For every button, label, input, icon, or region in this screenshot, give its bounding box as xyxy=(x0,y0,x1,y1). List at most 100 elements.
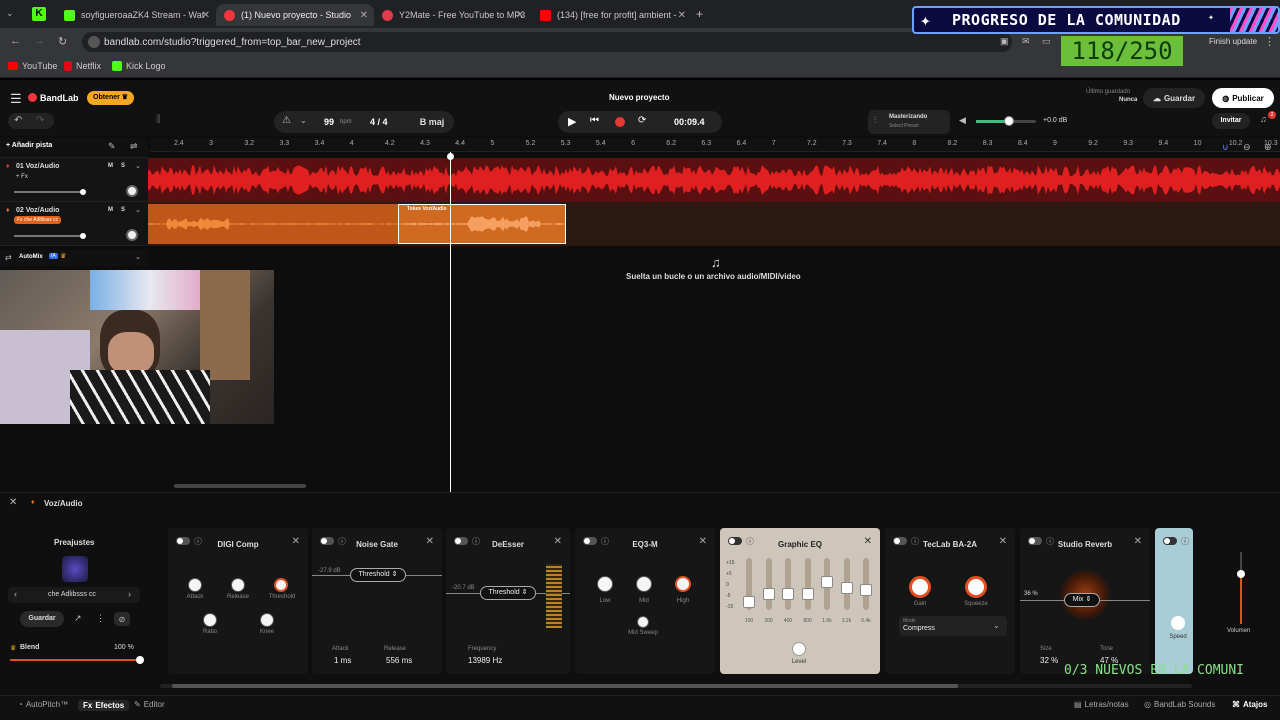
pan-knob[interactable] xyxy=(126,229,138,241)
track-name[interactable]: 02 Voz/Audio xyxy=(16,207,59,214)
add-track-button[interactable]: + Añadir pista xyxy=(6,142,52,149)
eq-band-track[interactable] xyxy=(785,558,791,610)
release-knob[interactable] xyxy=(231,578,245,592)
lyrics-tab[interactable]: ▤ Letras/notas xyxy=(1074,700,1129,709)
bandlab-sounds-tab[interactable]: ◎ BandLab Sounds xyxy=(1144,700,1215,709)
blend-thumb[interactable] xyxy=(136,656,144,664)
remove-effect-icon[interactable]: ✕ xyxy=(699,536,707,547)
blend-slider[interactable] xyxy=(10,656,144,664)
play-icon[interactable]: ▶ xyxy=(568,115,576,128)
speaker-icon[interactable]: ◀ xyxy=(959,115,966,126)
save-button[interactable]: ☁ Guardar xyxy=(1143,88,1205,108)
back-icon[interactable]: ← xyxy=(10,35,21,47)
low-knob[interactable] xyxy=(597,576,613,592)
invite-button[interactable]: Invitar xyxy=(1212,113,1250,129)
slider-thumb[interactable] xyxy=(80,233,86,239)
fx-volume-slider[interactable] xyxy=(1237,552,1245,624)
reload-icon[interactable]: ↻ xyxy=(58,35,67,48)
remove-effect-icon[interactable]: ✕ xyxy=(864,536,872,547)
knee-knob[interactable] xyxy=(260,613,274,627)
audio-clip[interactable] xyxy=(148,204,398,244)
info-icon[interactable]: ⓘ xyxy=(1181,536,1189,547)
chevron-right-icon[interactable]: › xyxy=(128,589,131,599)
eq-band-track[interactable] xyxy=(765,558,772,610)
record-icon[interactable] xyxy=(615,117,625,127)
menu-kebab-icon[interactable]: ⋮ xyxy=(1264,35,1275,48)
threshold-handle[interactable]: Threshold ⇕ xyxy=(350,568,406,582)
track-lane-01[interactable] xyxy=(148,158,1280,202)
remove-effect-icon[interactable]: ✕ xyxy=(426,536,434,547)
deesser-card[interactable]: ⓘ DeEsser ✕ -20.7 dB Threshold ⇕ Frequen… xyxy=(446,528,570,674)
eq-band-thumb[interactable] xyxy=(840,582,853,594)
eq-band-thumb[interactable] xyxy=(762,588,775,600)
playhead[interactable] xyxy=(450,152,451,492)
preset-selector[interactable]: ‹ che Adlibsss cc › xyxy=(8,587,140,603)
new-tab-icon[interactable]: + xyxy=(696,7,703,21)
volume-thumb[interactable] xyxy=(1237,570,1245,578)
solo-button[interactable]: S xyxy=(121,163,125,169)
fx-preset-badge[interactable]: Fx che Adlibsss cc xyxy=(14,216,62,224)
autopitch-tab[interactable]: ◔ AutoPitch™ xyxy=(18,700,68,709)
tab-kick-stream[interactable]: soyfigueroaaZK4 Stream - Wat ✕ xyxy=(56,4,216,26)
remove-effect-icon[interactable]: ✕ xyxy=(292,536,300,547)
zoom-out-icon[interactable]: ⊖ xyxy=(1243,142,1251,153)
redo-icon[interactable]: ↷ xyxy=(36,115,44,126)
eq-band-thumb[interactable] xyxy=(801,588,814,600)
slider-thumb[interactable] xyxy=(80,189,86,195)
tab-y2mate[interactable]: Y2Mate - Free YouTube to MP3 ✕ xyxy=(374,4,530,26)
timeline-ruler[interactable]: 2.4 3 3.2 3.3 3.4 4 4.2 4.3 4.4 5 5.2 5.3 5.4 6 6.2 6.3… xyxy=(150,138,1280,152)
cast-icon[interactable]: ▭ xyxy=(1042,36,1051,47)
attack-value[interactable]: 1 ms xyxy=(334,656,351,665)
eq-band-thumb[interactable] xyxy=(821,576,833,588)
selected-audio-clip[interactable]: Tokes Voz/Audio xyxy=(398,204,566,244)
mute-button[interactable]: M xyxy=(108,207,113,213)
noise-gate-card[interactable]: ⓘ Noise Gate ✕ -27.9 dB Threshold ⇕ Atta… xyxy=(312,528,442,674)
add-fx-button[interactable]: + Fx xyxy=(16,174,28,180)
obtener-button[interactable]: Obtener ♛ xyxy=(87,91,135,105)
skip-back-icon[interactable]: ⏮ xyxy=(590,115,599,126)
save-preset-button[interactable]: Guardar xyxy=(20,611,64,627)
translate-icon[interactable]: ✉ xyxy=(1022,36,1030,47)
efectos-tab[interactable]: Fx Efectos xyxy=(78,700,130,711)
editor-tab[interactable]: ✎ Editor xyxy=(134,700,165,709)
threshold-knob[interactable] xyxy=(274,578,288,592)
finish-update-button[interactable]: Finish update xyxy=(1209,37,1257,46)
eq-band-thumb[interactable] xyxy=(860,584,872,596)
master-volume-slider[interactable] xyxy=(976,116,1036,126)
teclab-ba2a-card[interactable]: ⓘ TecLab BA-2A ✕ Gain Squeeze Mode Compr… xyxy=(885,528,1015,674)
bookmark-netflix[interactable]: Netflix xyxy=(64,61,101,71)
zoom-in-icon[interactable]: ⊕ xyxy=(1264,142,1272,153)
time-signature[interactable]: 4 / 4 xyxy=(370,117,388,127)
forward-icon[interactable]: → xyxy=(34,35,45,47)
bell-icon[interactable]: ♫ xyxy=(1260,114,1267,124)
frequency-band[interactable] xyxy=(546,564,562,628)
ratio-knob[interactable] xyxy=(203,613,217,627)
close-panel-icon[interactable]: ✕ xyxy=(9,497,17,508)
chevron-down-icon[interactable]: ⌄ xyxy=(300,116,307,125)
mute-button[interactable]: M xyxy=(108,163,113,169)
level-knob[interactable] xyxy=(792,642,806,656)
squeeze-knob[interactable] xyxy=(965,576,987,598)
power-toggle[interactable] xyxy=(1163,537,1177,545)
tab-search-icon[interactable]: ⌄ xyxy=(6,8,14,19)
bookmark-kick-logo[interactable]: Kick Logo xyxy=(112,61,166,71)
mastering-selector[interactable]: ⫶ Masterizando Select Preset xyxy=(868,110,950,134)
tab-close-icon[interactable]: ✕ xyxy=(516,10,524,21)
tab-close-icon[interactable]: ✕ xyxy=(360,10,368,21)
release-value[interactable]: 556 ms xyxy=(386,656,412,665)
bookmark-youtube[interactable]: YouTube xyxy=(8,61,57,71)
digi-comp-card[interactable]: ⓘ DIGI Comp ✕ Attack Release Threshold R… xyxy=(168,528,308,674)
tab-youtube-ambient[interactable]: (134) [free for profit] ambient - ✕ xyxy=(532,4,692,26)
publish-button[interactable]: ◍ Publicar xyxy=(1212,88,1274,108)
chevron-down-icon[interactable]: ⌄ xyxy=(135,162,141,170)
speed-knob[interactable] xyxy=(1171,616,1185,630)
fx-scrollbar-thumb[interactable] xyxy=(172,684,958,688)
shortcuts-tab[interactable]: ⌘ Atajos xyxy=(1232,700,1267,709)
site-info-icon[interactable] xyxy=(88,36,100,48)
partial-effect-card[interactable]: ⓘ Speed xyxy=(1155,528,1193,674)
project-title[interactable]: Nuevo proyecto xyxy=(609,93,669,102)
solo-button[interactable]: S xyxy=(121,207,125,213)
track-lane-02[interactable]: Tokes Voz/Audio xyxy=(148,202,1280,246)
tab-close-icon[interactable]: ✕ xyxy=(202,10,210,21)
volume-thumb[interactable] xyxy=(1004,116,1014,126)
